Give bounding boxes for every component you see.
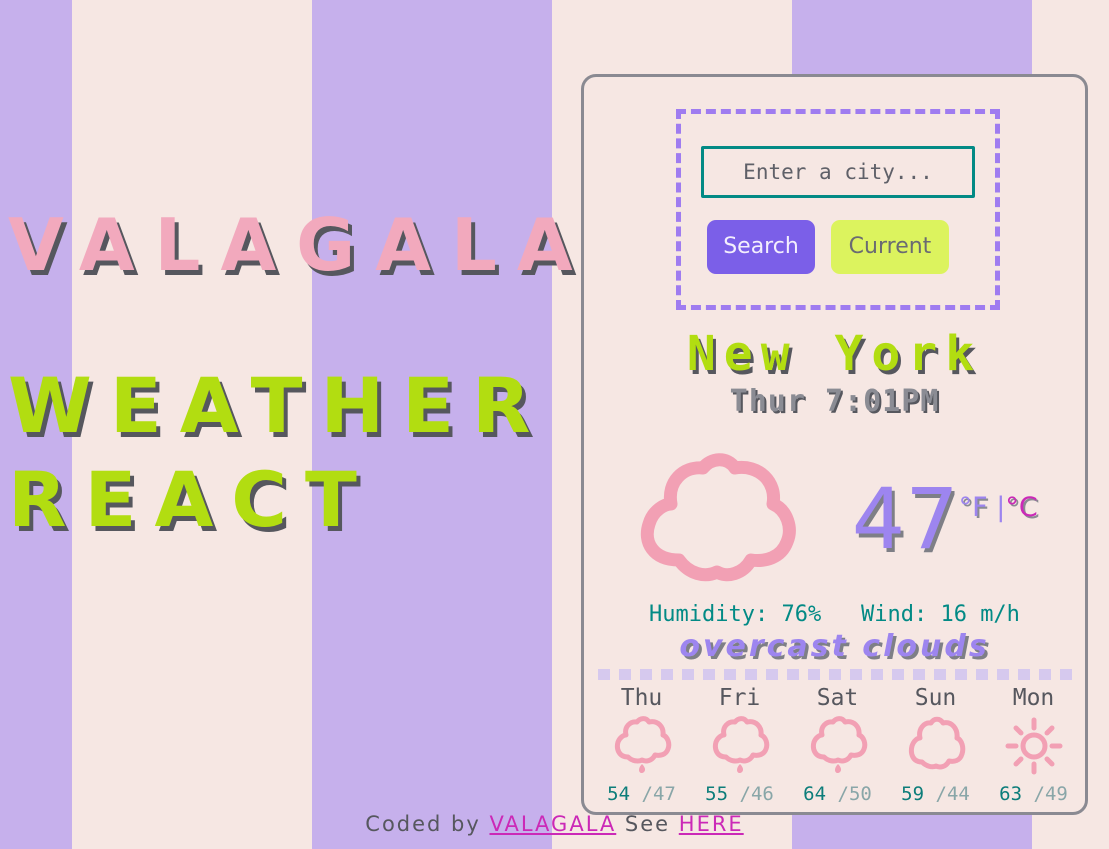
footer-middle: See bbox=[616, 812, 679, 836]
rain-cloud-icon bbox=[692, 713, 787, 779]
forecast-temps: 59 /44 bbox=[888, 783, 983, 805]
wind-value: Wind: 16 m/h bbox=[860, 602, 1020, 627]
forecast-day-label: Mon bbox=[1012, 685, 1055, 711]
stats-gap bbox=[821, 602, 861, 627]
search-input[interactable] bbox=[701, 145, 975, 198]
temperature-block: 47 °F |°C bbox=[851, 470, 1038, 569]
humidity-value: Humidity: 76% bbox=[649, 602, 822, 627]
forecast-temps: 54 /47 bbox=[594, 783, 689, 805]
forecast-day-label: Sat bbox=[816, 685, 859, 711]
forecast-divider bbox=[598, 669, 1077, 680]
temperature-value: 47 bbox=[851, 470, 959, 569]
weather-stats-row: Humidity: 76% Wind: 16 m/h bbox=[584, 602, 1085, 627]
app-subtitle-line2: REACT bbox=[8, 455, 375, 545]
temp-gap bbox=[826, 783, 837, 805]
unit-toggle[interactable]: °F |°C bbox=[959, 492, 1038, 523]
app-subtitle-line1: WEATHER bbox=[8, 360, 549, 450]
cloud-icon bbox=[631, 442, 801, 592]
rain-cloud-icon bbox=[594, 713, 689, 779]
forecast-day-1: Fri 55 /46 bbox=[692, 685, 787, 805]
brand-block: VALAGALA WEATHER REACT bbox=[0, 203, 593, 545]
search-button[interactable]: Search bbox=[707, 219, 815, 274]
forecast-day-3: Sun 59 /44 bbox=[888, 685, 983, 805]
weather-card: Search Current New York Thur 7:01PM 47 °… bbox=[581, 74, 1088, 815]
footer-prefix: Coded by bbox=[365, 812, 490, 836]
sun-icon bbox=[986, 713, 1081, 779]
forecast-high: 55 bbox=[705, 783, 729, 805]
forecast-high: 59 bbox=[901, 783, 925, 805]
city-name: New York bbox=[686, 326, 983, 382]
forecast-day-0: Thu 54 /47 bbox=[594, 685, 689, 805]
search-panel: Search Current bbox=[676, 109, 1000, 310]
cloud-icon bbox=[888, 713, 983, 779]
forecast-day-4: Mon 63 /49 bbox=[986, 685, 1081, 805]
unit-fahrenheit[interactable]: °F bbox=[959, 492, 988, 523]
forecast-day-label: Sun bbox=[914, 685, 957, 711]
forecast-high: 54 bbox=[607, 783, 631, 805]
forecast-temps: 63 /49 bbox=[986, 783, 1081, 805]
forecast-day-label: Thu bbox=[620, 685, 663, 711]
app-subtitle: WEATHER REACT bbox=[0, 360, 560, 545]
app-title: VALAGALA bbox=[8, 203, 593, 287]
forecast-low: /50 bbox=[837, 783, 872, 805]
footer: Coded by VALAGALA See HERE bbox=[0, 812, 1109, 836]
forecast-row: Thu 54 /47 Fri 55 /46 Sat 64 /50 Sun 59 … bbox=[594, 685, 1081, 805]
forecast-low: /46 bbox=[739, 783, 774, 805]
rain-cloud-icon bbox=[790, 713, 885, 779]
forecast-low: /44 bbox=[935, 783, 970, 805]
temp-gap bbox=[728, 783, 739, 805]
weather-description: overcast clouds bbox=[679, 629, 990, 664]
forecast-day-label: Fri bbox=[718, 685, 761, 711]
forecast-high: 64 bbox=[803, 783, 827, 805]
forecast-low: /47 bbox=[641, 783, 676, 805]
current-location-button[interactable]: Current bbox=[831, 219, 949, 274]
current-conditions-row: 47 °F |°C bbox=[584, 437, 1085, 597]
search-button-row: Search Current bbox=[701, 219, 975, 274]
temp-gap bbox=[630, 783, 641, 805]
forecast-high: 63 bbox=[999, 783, 1023, 805]
author-link[interactable]: VALAGALA bbox=[489, 812, 616, 836]
local-datetime: Thur 7:01PM bbox=[729, 384, 940, 419]
unit-celsius[interactable]: °C bbox=[1005, 492, 1037, 523]
temp-gap bbox=[924, 783, 935, 805]
forecast-temps: 55 /46 bbox=[692, 783, 787, 805]
forecast-low: /49 bbox=[1033, 783, 1068, 805]
source-link[interactable]: HERE bbox=[679, 812, 744, 836]
unit-separator: | bbox=[987, 492, 1006, 524]
forecast-temps: 64 /50 bbox=[790, 783, 885, 805]
forecast-day-2: Sat 64 /50 bbox=[790, 685, 885, 805]
temp-gap bbox=[1022, 783, 1033, 805]
